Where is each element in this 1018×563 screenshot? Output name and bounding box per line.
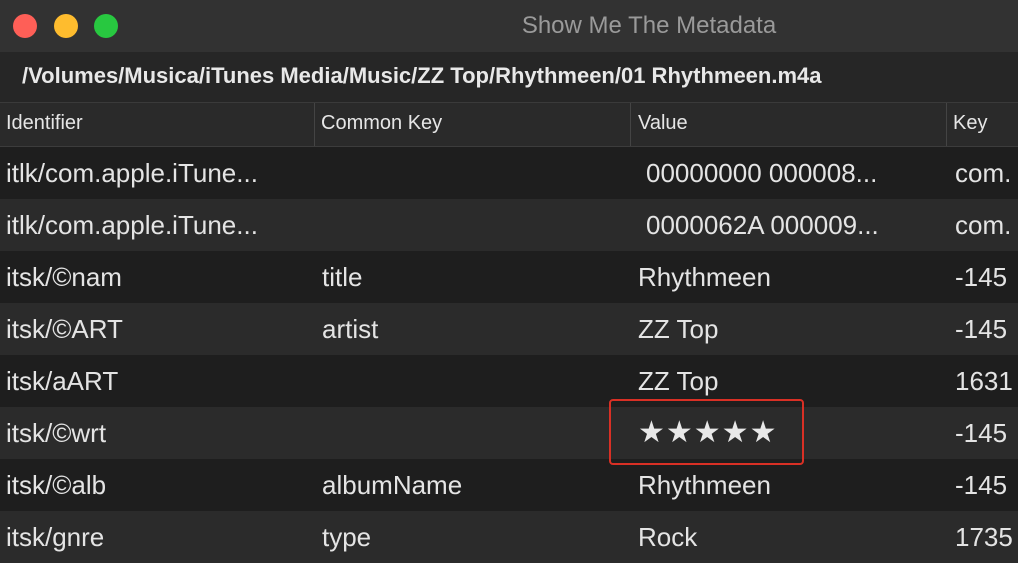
column-header-common-key[interactable]: Common Key [314,103,637,146]
value-cell: ZZ Top [638,314,719,344]
identifier-cell: itsk/aART [6,366,119,396]
common-key-cell [322,147,622,199]
window-title: Show Me The Metadata [521,12,777,39]
common-key-cell: type [322,522,372,552]
table-row[interactable]: itsk/©nam title Rhythmeen -145 [0,251,1018,303]
key-cell: com. [955,210,1012,240]
key-cell: 1631 [955,366,1013,396]
key-cell: com. [955,158,1012,188]
file-path-bar: /Volumes/Musica/iTunes Media/Music/ZZ To… [0,52,1018,103]
identifier-cell: itsk/©wrt [6,418,107,448]
value-cell: 0000062A 000009... [646,210,879,240]
common-key-cell [322,407,622,459]
identifier-cell: itlk/com.apple.iTune... [6,210,258,240]
key-cell: -145 [955,470,1008,500]
value-cell: Rock [638,522,698,552]
identifier-cell: itlk/com.apple.iTune... [6,158,258,188]
column-header-value[interactable]: Value [630,103,954,146]
value-cell: 00000000 000008... [646,158,878,188]
key-cell: -145 [955,314,1008,344]
key-cell: -145 [955,418,1008,448]
common-key-cell: albumName [322,470,463,500]
identifier-cell: itsk/©ART [6,314,123,344]
key-cell: 1735 [955,522,1013,552]
table-row[interactable]: itsk/gnre type Rock 1735 [0,511,1018,563]
table-row[interactable]: itsk/©ART artist ZZ Top -145 [0,303,1018,355]
highlight-box [609,399,804,465]
table-row[interactable]: itsk/©alb albumName Rhythmeen -145 [0,459,1018,511]
identifier-cell: itsk/gnre [6,522,105,552]
table-row[interactable]: itsk/©wrt ★★★★★ -145 [0,407,1018,459]
common-key-cell [322,355,622,407]
common-key-cell: artist [322,314,379,344]
identifier-cell: itsk/©alb [6,470,107,500]
column-header-key[interactable]: Key [946,103,1018,146]
column-header-identifier[interactable]: Identifier [0,103,320,146]
identifier-cell: itsk/©nam [6,262,122,292]
title-bar: Show Me The Metadata [0,0,1018,52]
table-row[interactable]: itlk/com.apple.iTune... 00000000 000008.… [0,147,1018,199]
common-key-cell: title [322,262,363,292]
common-key-cell [322,199,622,251]
key-cell: -145 [955,262,1008,292]
table-row[interactable]: itlk/com.apple.iTune... 0000062A 000009.… [0,199,1018,251]
value-cell: Rhythmeen [638,470,771,500]
value-cell: Rhythmeen [638,262,771,292]
table-row[interactable]: itsk/aART ZZ Top 1631 [0,355,1018,407]
file-path: /Volumes/Musica/iTunes Media/Music/ZZ To… [22,63,822,88]
table-header: Identifier Common Key Value Key [0,103,1018,147]
